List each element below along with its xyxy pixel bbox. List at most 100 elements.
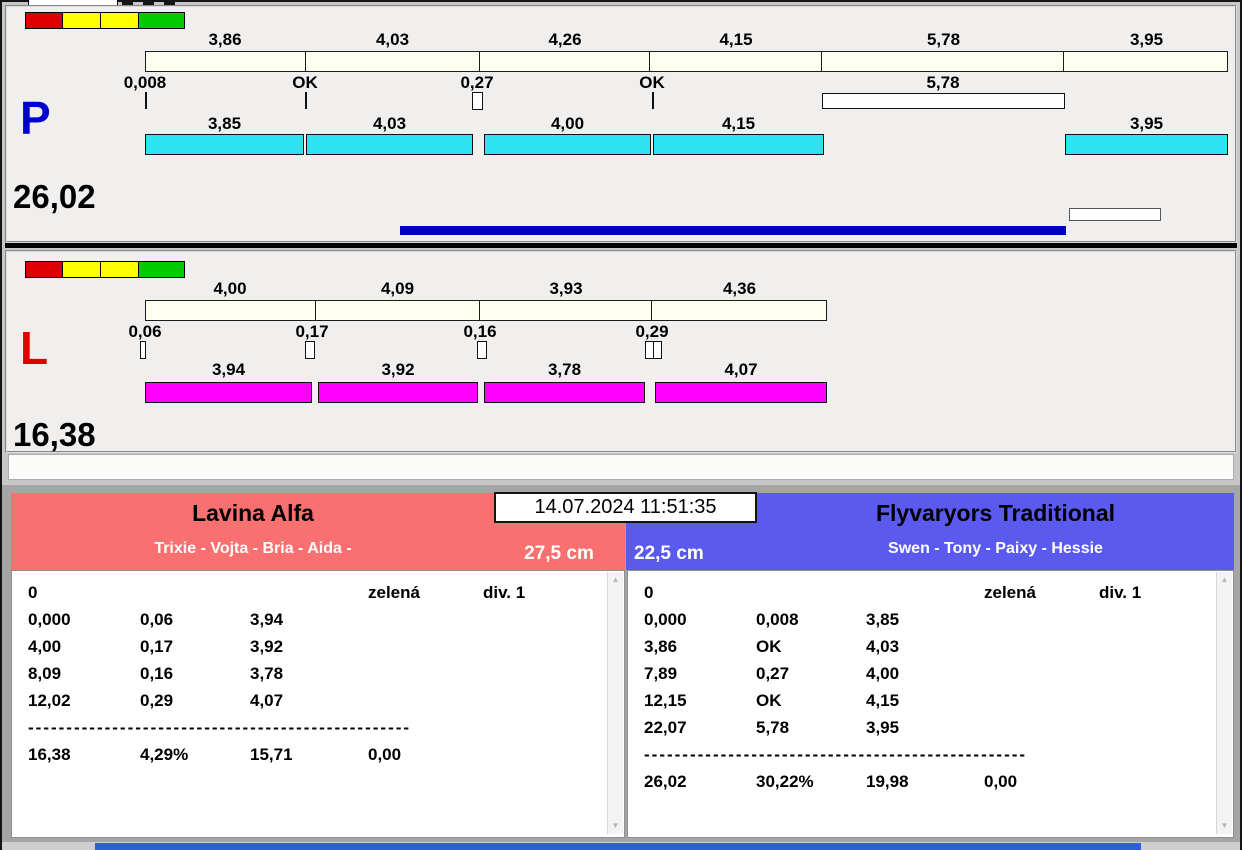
- p-split-bottom-label: 4,15: [721, 114, 756, 133]
- p-status-light-green: [138, 12, 185, 29]
- result-cell: [984, 714, 1099, 741]
- l-total-time: 16,38: [13, 416, 96, 453]
- l-exchange-label: 0,06: [128, 322, 162, 341]
- total-row: 16,38 4,29% 15,71 0,00: [12, 741, 624, 768]
- scroll-down-icon[interactable]: ▼: [608, 818, 623, 834]
- l-exchange-label: 0,29: [635, 322, 669, 341]
- result-cell: zelená: [984, 583, 1036, 602]
- total-row: 26,02 30,22% 19,98 0,00: [628, 768, 1233, 795]
- l-exchange-marker-box: [140, 341, 146, 359]
- result-cell: [368, 606, 483, 633]
- result-cell: [1099, 660, 1233, 687]
- result-cell: zelená: [368, 583, 420, 602]
- result-cell: [984, 660, 1099, 687]
- team-right-jump-height: 22,5 cm: [634, 543, 704, 564]
- p-exchange-tick: [652, 92, 654, 109]
- p-split-top-label: 3,95: [1129, 30, 1164, 49]
- result-cell: 3,86: [644, 637, 678, 656]
- taskbar-fragment-blue: [95, 843, 1141, 850]
- l-split-bottom-label: 3,92: [381, 360, 415, 379]
- p-dog-time-bar: [653, 134, 824, 155]
- l-split-bottom-label: 4,07: [724, 360, 758, 379]
- l-exchange-marker-box: [305, 341, 315, 359]
- bar-segment: [316, 301, 481, 320]
- separator-row: ----------------------------------------…: [28, 718, 412, 737]
- l-dog-time-bar: [484, 382, 645, 403]
- l-status-light-yellow: [62, 261, 101, 278]
- result-cell: 4,03: [866, 637, 900, 656]
- p-exchange-label: 0,27: [460, 73, 494, 92]
- team-right-members: Swen - Tony - Paixy - Hessie: [888, 540, 1103, 557]
- l-splits-top-bar: [145, 300, 827, 321]
- result-cell: 4,15: [866, 691, 900, 710]
- l-dog-time-bar: [655, 382, 827, 403]
- result-cell: 8,09: [28, 664, 62, 683]
- result-cell: 0,16: [140, 664, 174, 683]
- result-list-left: 0 zelená div. 1 0,000 0,06 3,94 4,00 0,17 3,92…: [11, 570, 625, 838]
- result-cell: [1099, 606, 1233, 633]
- p-split-top-label: 5,78: [926, 30, 961, 49]
- team-left-name: Lavina Alfa: [192, 500, 314, 526]
- result-cell: 4,00: [28, 637, 62, 656]
- p-exchange-label: 0,008: [123, 73, 167, 92]
- bar-segment: [146, 52, 306, 71]
- result-cell: 3,95: [866, 718, 900, 737]
- p-status-light-yellow: [62, 12, 101, 29]
- scroll-up-icon[interactable]: ▲: [608, 572, 623, 588]
- result-cell: 12,15: [644, 691, 687, 710]
- p-split-bottom-label: 4,00: [550, 114, 585, 133]
- result-row: 8,09 0,16 3,78: [12, 660, 624, 687]
- p-split-bottom-label: 3,95: [1129, 114, 1164, 133]
- result-cell: 5,78: [756, 718, 790, 737]
- result-row: 0,000 0,06 3,94: [12, 606, 624, 633]
- status-strip: [8, 454, 1234, 480]
- p-aux-field: [1069, 208, 1161, 221]
- result-cell: 0: [644, 583, 654, 602]
- l-split-bottom-label: 3,78: [547, 360, 582, 379]
- l-lane-letter: L: [20, 322, 49, 374]
- result-row: 0,000 0,008 3,85: [628, 606, 1233, 633]
- p-exchange-tick: [145, 92, 147, 109]
- p-split-bottom-label: 4,03: [372, 114, 407, 133]
- result-cell: 12,02: [28, 691, 71, 710]
- result-cell: [984, 606, 1099, 633]
- p-split-top-label: 3,86: [208, 30, 242, 49]
- bar-segment: [146, 301, 316, 320]
- scrollbar[interactable]: ▲ ▼: [1216, 572, 1232, 834]
- result-cell: 3,78: [250, 664, 284, 683]
- result-cell: 15,71: [250, 745, 293, 764]
- p-current-run-field: [822, 93, 1065, 109]
- result-cell: 16,38: [28, 745, 71, 764]
- p-status-light-red: [25, 12, 63, 29]
- result-cell: 19,98: [866, 772, 909, 791]
- result-cell: 22,07: [644, 718, 687, 737]
- p-status-light-yellow: [100, 12, 139, 29]
- l-status-light-yellow: [100, 261, 139, 278]
- result-cell: [866, 579, 984, 606]
- result-cell: 30,22%: [756, 772, 814, 791]
- p-splits-top-bar: [145, 51, 1228, 72]
- result-cell: 0,00: [368, 745, 402, 764]
- result-cell: 0: [28, 583, 38, 602]
- p-dog-time-bar: [484, 134, 651, 155]
- bar-segment: [822, 52, 1065, 71]
- result-row: 0 zelená div. 1: [12, 579, 624, 606]
- result-cell: OK: [756, 691, 782, 710]
- result-cell: [483, 660, 624, 687]
- l-exchange-marker-box: [653, 341, 662, 359]
- bar-segment: [480, 301, 652, 320]
- p-split-top-label: 4,03: [375, 30, 410, 49]
- scrollbar[interactable]: ▲ ▼: [607, 572, 623, 834]
- result-cell: 3,85: [866, 610, 900, 629]
- scroll-down-icon[interactable]: ▼: [1217, 818, 1232, 834]
- bar-segment: [480, 52, 651, 71]
- p-progress-bar: [400, 226, 1066, 235]
- result-cell: [984, 687, 1099, 714]
- team-right-name: Flyvaryors Traditional: [875, 500, 1116, 526]
- team-left-jump-height: 27,5 cm: [524, 543, 594, 564]
- scroll-up-icon[interactable]: ▲: [1217, 572, 1232, 588]
- bar-segment: [1064, 52, 1227, 71]
- bar-segment: [306, 52, 481, 71]
- result-row: 4,00 0,17 3,92: [12, 633, 624, 660]
- team-left-members: Trixie - Vojta - Bria - Aida -: [154, 540, 352, 557]
